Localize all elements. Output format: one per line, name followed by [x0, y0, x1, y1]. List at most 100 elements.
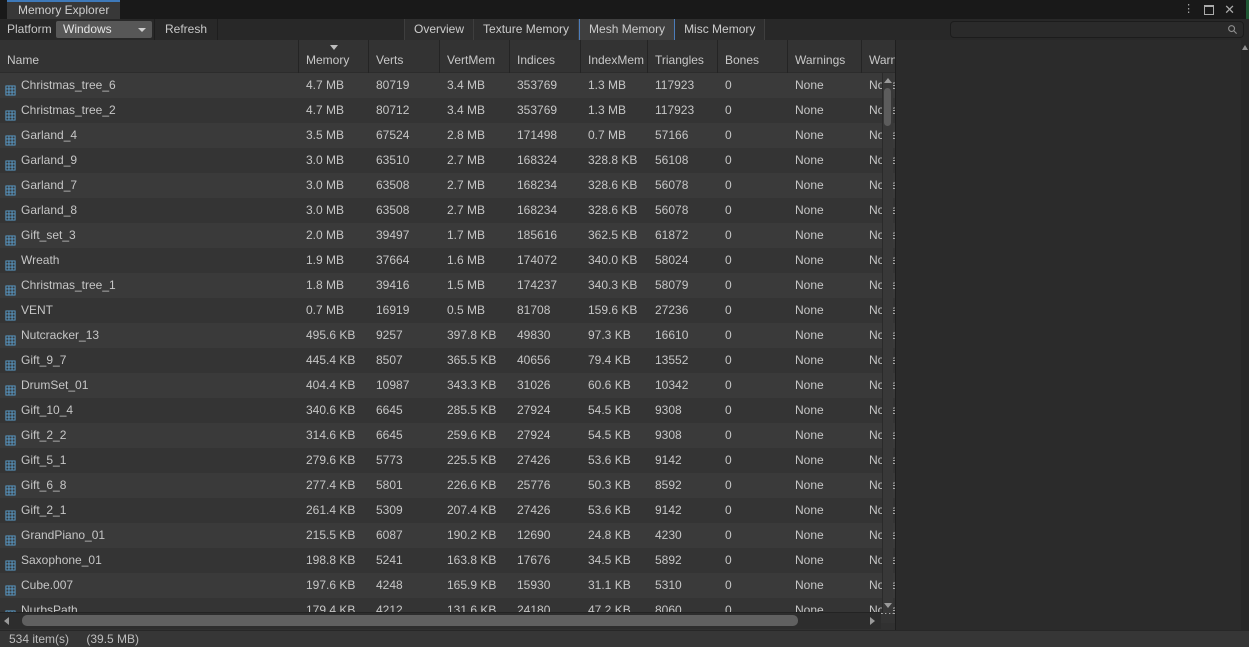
row-cell: 27924 — [510, 398, 581, 423]
mesh-name: VENT — [21, 298, 53, 323]
table-vertical-scrollbar[interactable] — [882, 73, 893, 613]
refresh-button[interactable]: Refresh — [154, 19, 218, 40]
scroll-left-icon[interactable] — [4, 617, 9, 625]
row-cell: None — [788, 473, 862, 498]
row-cell: 3.0 MB — [299, 173, 369, 198]
row-cell: None — [788, 248, 862, 273]
row-cell: 9257 — [369, 323, 440, 348]
row-cell: 3.0 MB — [299, 148, 369, 173]
column-header-bones[interactable]: Bones — [718, 40, 788, 73]
mesh-grid-icon — [5, 130, 16, 141]
table-row[interactable]: DrumSet_01404.4 KB10987343.3 KB3102660.6… — [0, 373, 895, 398]
row-cell: None — [788, 323, 862, 348]
table-row[interactable]: Gift_9_7445.4 KB8507365.5 KB4065679.4 KB… — [0, 348, 895, 373]
scroll-down-icon[interactable] — [884, 603, 892, 608]
view-tabs: Overview Texture Memory Mesh Memory Misc… — [404, 19, 765, 40]
row-cell: 40656 — [510, 348, 581, 373]
row-cell: 0 — [718, 148, 788, 173]
table-row[interactable]: Gift_5_1279.6 KB5773225.5 KB2742653.6 KB… — [0, 448, 895, 473]
window-vertical-scrollbar[interactable] — [1241, 40, 1249, 630]
row-cell: 5801 — [369, 473, 440, 498]
row-name-cell: Nutcracker_13 — [0, 323, 299, 348]
table-row[interactable]: Christmas_tree_24.7 MB807123.4 MB3537691… — [0, 98, 895, 123]
table-row[interactable]: Gift_2_1261.4 KB5309207.4 KB2742653.6 KB… — [0, 498, 895, 523]
horizontal-scroll-thumb[interactable] — [22, 615, 798, 626]
search-field[interactable] — [950, 21, 1244, 38]
maximize-icon[interactable] — [1204, 5, 1214, 15]
column-header-vertmem[interactable]: VertMem — [440, 40, 510, 73]
table-horizontal-scrollbar[interactable] — [0, 612, 881, 629]
column-header-warnings[interactable]: Warnings — [862, 40, 896, 73]
row-name-cell: Garland_9 — [0, 148, 299, 173]
scroll-right-icon[interactable] — [870, 617, 875, 625]
row-cell: 117923 — [648, 98, 718, 123]
platform-label: Platform — [7, 19, 52, 40]
row-cell: 198.8 KB — [299, 548, 369, 573]
table-row[interactable]: Garland_43.5 MB675242.8 MB1714980.7 MB57… — [0, 123, 895, 148]
row-name-cell: Gift_2_2 — [0, 423, 299, 448]
row-cell: 1.6 MB — [440, 248, 510, 273]
row-cell: 343.3 KB — [440, 373, 510, 398]
mesh-grid-icon — [5, 80, 16, 91]
table-row[interactable]: Wreath1.9 MB376641.6 MB174072340.0 KB580… — [0, 248, 895, 273]
column-header-name[interactable]: Name — [0, 40, 299, 73]
mesh-grid-icon — [5, 580, 16, 591]
row-name-cell: Cube.007 — [0, 573, 299, 598]
mesh-name: GrandPiano_01 — [21, 523, 105, 548]
table-row[interactable]: Garland_83.0 MB635082.7 MB168234328.6 KB… — [0, 198, 895, 223]
row-name-cell: Christmas_tree_2 — [0, 98, 299, 123]
table-row[interactable]: Nutcracker_13495.6 KB9257397.8 KB4983097… — [0, 323, 895, 348]
row-cell: 397.8 KB — [440, 323, 510, 348]
column-header-verts[interactable]: Verts — [369, 40, 440, 73]
table-row[interactable]: Gift_set_32.0 MB394971.7 MB185616362.5 K… — [0, 223, 895, 248]
table-row[interactable]: Saxophone_01198.8 KB5241163.8 KB1767634.… — [0, 548, 895, 573]
row-cell: 97.3 KB — [581, 323, 648, 348]
table-row[interactable]: Gift_10_4340.6 KB6645285.5 KB2792454.5 K… — [0, 398, 895, 423]
platform-dropdown[interactable]: Windows — [56, 21, 152, 38]
column-header-indices[interactable]: Indices — [510, 40, 581, 73]
table-row[interactable]: Garland_93.0 MB635102.7 MB168324328.8 KB… — [0, 148, 895, 173]
close-icon[interactable]: ✕ — [1224, 3, 1235, 16]
row-cell: 362.5 KB — [581, 223, 648, 248]
column-header-indexmem[interactable]: IndexMem — [581, 40, 648, 73]
row-cell: None — [788, 373, 862, 398]
tab-overview[interactable]: Overview — [404, 19, 474, 40]
row-name-cell: Gift_9_7 — [0, 348, 299, 373]
table-row[interactable]: Christmas_tree_11.8 MB394161.5 MB1742373… — [0, 273, 895, 298]
window-tab-memory-explorer[interactable]: Memory Explorer — [7, 0, 120, 19]
column-header-triangles[interactable]: Triangles — [648, 40, 718, 73]
row-cell: 27426 — [510, 498, 581, 523]
row-cell: 226.6 KB — [440, 473, 510, 498]
row-cell: 58024 — [648, 248, 718, 273]
column-header-label: Triangles — [655, 53, 704, 67]
row-cell: 168234 — [510, 198, 581, 223]
search-input[interactable] — [957, 22, 1223, 37]
table-row[interactable]: GrandPiano_01215.5 KB6087190.2 KB1269024… — [0, 523, 895, 548]
tab-misc-memory[interactable]: Misc Memory — [675, 19, 765, 40]
mesh-grid-icon — [5, 280, 16, 291]
mesh-name: Christmas_tree_2 — [21, 98, 116, 123]
scroll-up-icon[interactable] — [884, 78, 892, 83]
table-row[interactable]: Gift_2_2314.6 KB6645259.6 KB2792454.5 KB… — [0, 423, 895, 448]
row-cell: 63508 — [369, 198, 440, 223]
row-cell: 10342 — [648, 373, 718, 398]
row-name-cell: Gift_set_3 — [0, 223, 299, 248]
tab-mesh-memory[interactable]: Mesh Memory — [579, 19, 675, 40]
scroll-up-icon[interactable] — [1242, 45, 1248, 50]
column-header-memory[interactable]: Memory — [299, 40, 369, 73]
table-row[interactable]: Christmas_tree_64.7 MB807193.4 MB3537691… — [0, 73, 895, 98]
vertical-scroll-thumb[interactable] — [884, 88, 891, 126]
table-row[interactable]: Garland_73.0 MB635082.7 MB168234328.6 KB… — [0, 173, 895, 198]
column-header-warnings[interactable]: Warnings — [788, 40, 862, 73]
table-row[interactable]: Cube.007197.6 KB4248165.9 KB1593031.1 KB… — [0, 573, 895, 598]
row-cell: 340.6 KB — [299, 398, 369, 423]
row-cell: 0 — [718, 123, 788, 148]
table-row[interactable]: Gift_6_8277.4 KB5801226.6 KB2577650.3 KB… — [0, 473, 895, 498]
kebab-menu-icon[interactable]: ⋮ — [1183, 4, 1194, 15]
row-cell: None — [788, 398, 862, 423]
row-cell: 31026 — [510, 373, 581, 398]
row-cell: 174072 — [510, 248, 581, 273]
window-title: Memory Explorer — [18, 3, 109, 17]
tab-texture-memory[interactable]: Texture Memory — [474, 19, 579, 40]
table-row[interactable]: VENT0.7 MB169190.5 MB81708159.6 KB272360… — [0, 298, 895, 323]
